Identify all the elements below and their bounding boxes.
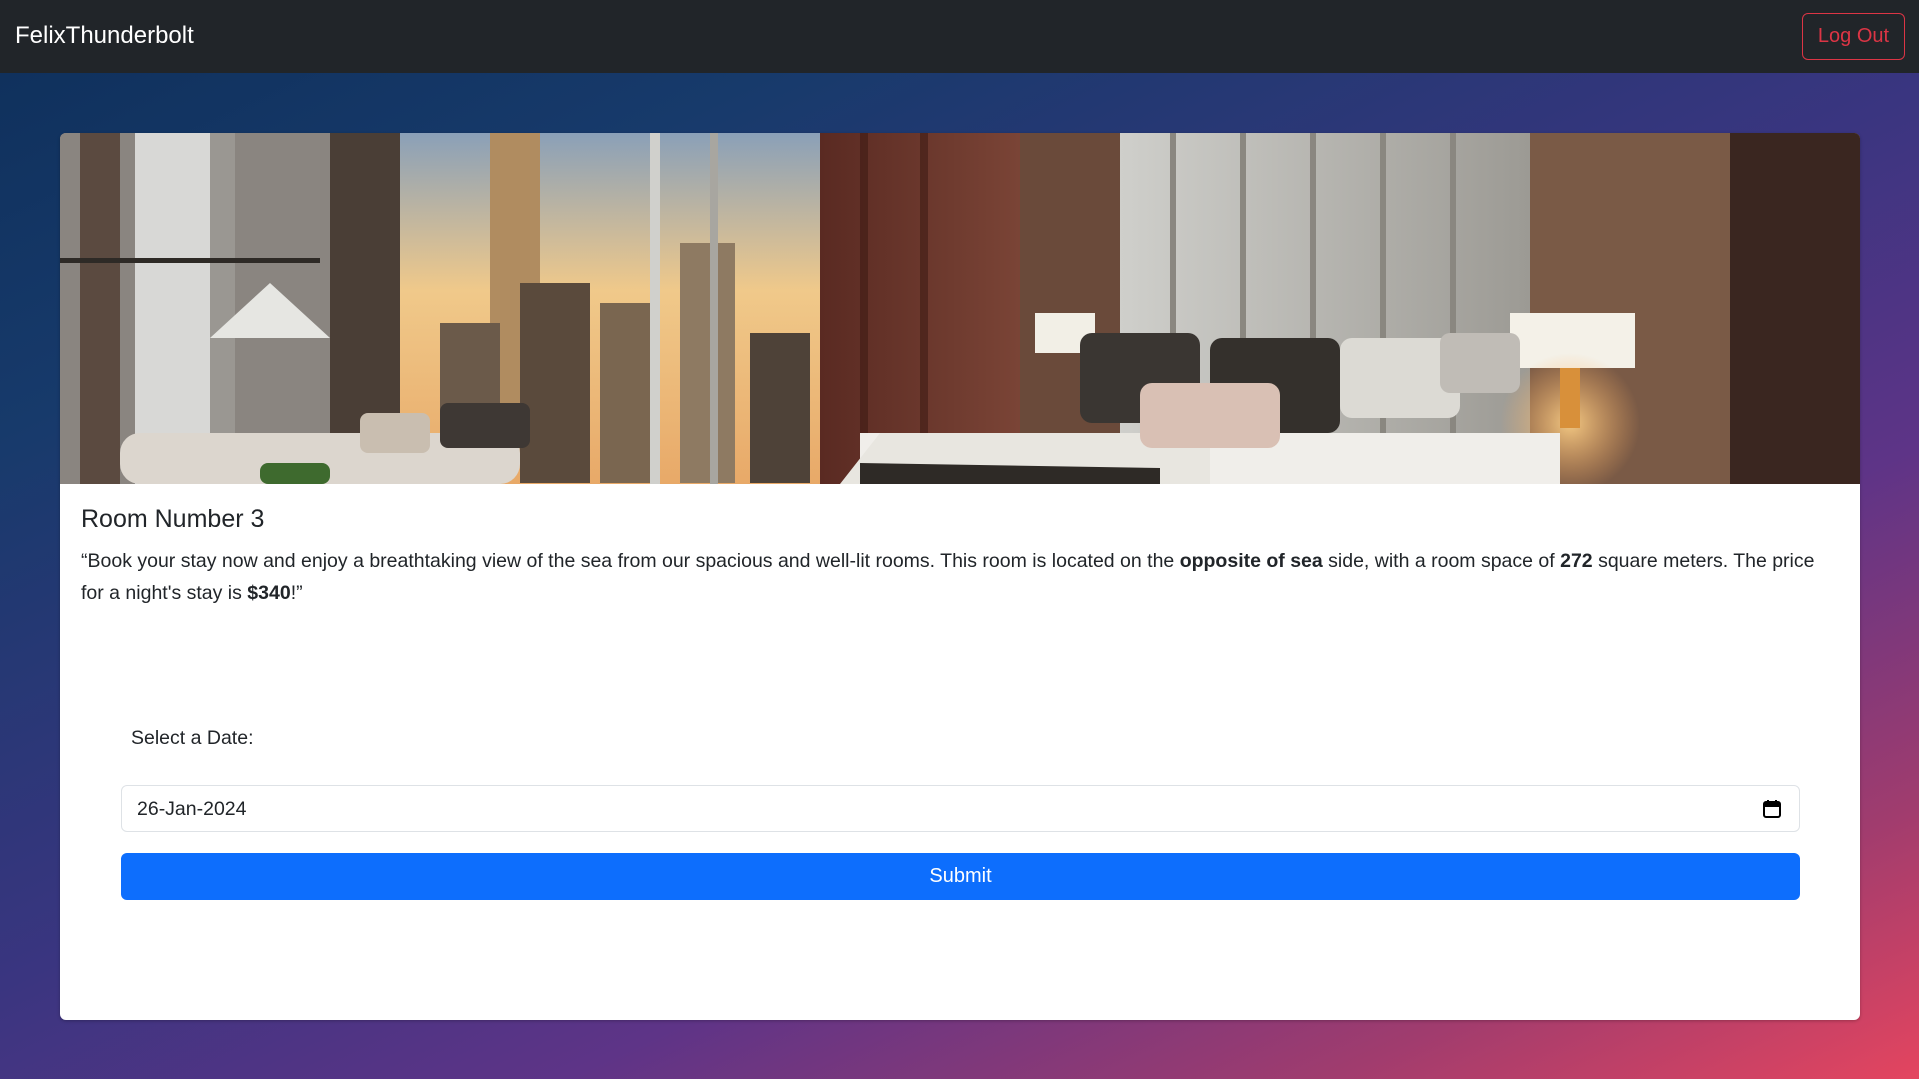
logout-button[interactable]: Log Out	[1802, 13, 1905, 60]
date-input[interactable]: 26-Jan-2024	[121, 785, 1800, 832]
room-size: 272	[1560, 550, 1593, 572]
date-value[interactable]: 26-Jan-2024	[137, 798, 247, 821]
navbar: FelixThunderbolt Log Out	[0, 0, 1919, 73]
desc-text: side, with a room space of	[1322, 550, 1561, 572]
calendar-icon[interactable]	[1762, 799, 1782, 819]
room-side: opposite of sea	[1179, 550, 1323, 572]
desc-text: !”	[290, 582, 303, 604]
room-price: $340	[247, 582, 291, 604]
desc-text: “Book your stay now and enjoy a breathta…	[81, 550, 1180, 572]
brand-name[interactable]: FelixThunderbolt	[15, 22, 194, 50]
room-title: Room Number 3	[81, 505, 265, 533]
submit-button[interactable]: Submit	[121, 853, 1800, 900]
room-card: Room Number 3 “Book your stay now and en…	[60, 133, 1860, 1020]
room-description: “Book your stay now and enjoy a breathta…	[81, 545, 1841, 609]
hotel-room-photo	[60, 133, 1860, 484]
room-image	[60, 133, 1860, 484]
date-label: Select a Date:	[131, 727, 254, 749]
